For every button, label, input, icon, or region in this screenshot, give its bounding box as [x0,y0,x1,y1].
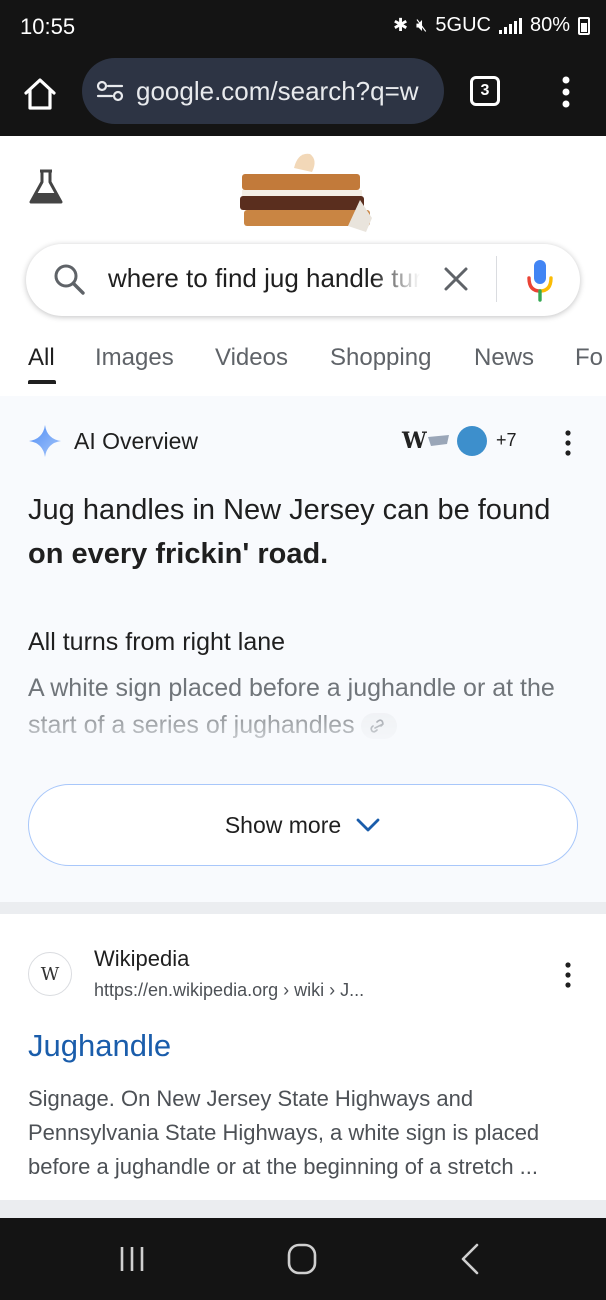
url-text[interactable]: google.com/search?q=w [136,76,419,107]
google-doodle-image[interactable] [236,148,374,234]
battery-label: 80% [529,14,570,36]
tab-forums[interactable]: Fo [575,344,603,372]
show-more-button[interactable]: Show more [28,784,578,866]
search-input[interactable]: where to find jug handle turns [108,263,420,294]
mute-icon: 🔇︎ [416,15,428,35]
nav-home-icon[interactable] [286,1242,318,1276]
source-logos[interactable]: W [402,424,487,458]
wikipedia-logo: W [402,428,427,454]
microphone-icon[interactable] [526,258,554,302]
wikipedia-favicon: W [28,952,72,996]
result-title-link[interactable]: Jughandle [28,1028,171,1064]
result-site-name[interactable]: Wikipedia [94,946,189,972]
chevron-down-icon [356,818,380,832]
tab-all[interactable]: All [28,344,55,372]
tab-switcher-button[interactable]: 3 [470,76,500,106]
ai-overview-title: AI Overview [74,428,198,454]
ai-subheading: All turns from right lane [28,628,286,656]
result-url[interactable]: https://en.wikipedia.org › wiki › J... [94,980,364,1001]
tab-shopping[interactable]: Shopping [330,344,431,372]
recent-apps-icon[interactable] [118,1244,146,1274]
ai-answer-text: Jug handles in New Jersey can be found o… [28,488,584,576]
site-settings-icon[interactable] [96,80,124,102]
active-tab-indicator [28,380,56,384]
system-navigation-bar [0,1218,606,1300]
labs-flask-icon[interactable] [28,168,64,206]
clear-icon[interactable] [442,265,470,293]
show-more-label: Show more [224,811,342,838]
tab-news[interactable]: News [474,344,534,372]
signal-icon [498,17,522,34]
ai-overview-panel: AI Overview W +7 Jug handles in New Jers… [0,396,606,902]
status-bar: 10:55 ✱ 🔇︎ 5GUC 80% [0,0,606,54]
battery-icon [578,16,590,35]
network-label: 5GUC [435,14,491,36]
ai-overview-menu-icon[interactable] [560,428,576,458]
search-divider [496,256,497,302]
search-box[interactable]: where to find jug handle turns [26,244,580,316]
ai-answer-plain: Jug handles in New Jersey can be found [28,494,551,526]
ai-answer-bold: on every frickin' road. [28,538,329,570]
flag-icon [427,435,449,446]
search-icon [54,264,85,295]
address-bar[interactable]: google.com/search?q=w [82,58,444,124]
browser-toolbar: google.com/search?q=w 3 [0,54,606,136]
result-menu-icon[interactable] [560,960,576,990]
bluetooth-icon: ✱ [392,15,409,35]
status-icons: ✱ 🔇︎ 5GUC 80% [393,14,590,37]
back-icon[interactable] [458,1242,482,1276]
home-icon[interactable] [20,74,60,114]
result-snippet: Signage. On New Jersey State Highways an… [28,1086,540,1179]
search-result[interactable]: W Wikipedia https://en.wikipedia.org › w… [0,914,606,1200]
section-divider-bottom [0,1200,606,1218]
tab-images[interactable]: Images [95,344,174,372]
tab-videos[interactable]: Videos [215,344,288,372]
gemini-sparkle-icon [29,425,61,457]
state-seal-logo [456,426,487,456]
status-time: 10:55 [20,14,76,39]
browser-menu-icon[interactable] [556,74,576,110]
ai-detail-content: A white sign placed before a jughandle o… [28,674,555,739]
search-tabs: All Images Videos Shopping News Fo [0,340,606,386]
link-icon[interactable] [360,713,397,740]
section-divider [0,902,606,914]
more-sources-count[interactable]: +7 [496,430,517,451]
ai-detail-text: A white sign placed before a jughandle o… [28,670,578,746]
